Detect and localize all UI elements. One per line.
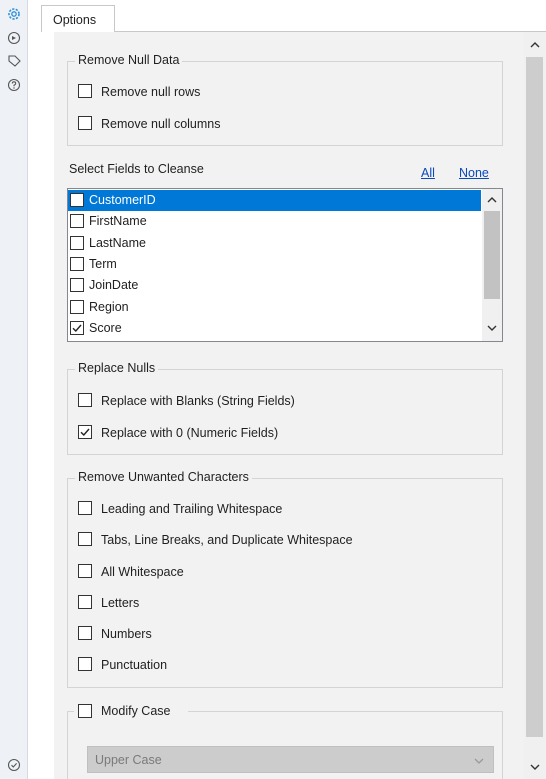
field-checkbox[interactable]: [70, 256, 84, 271]
case-select: Upper Case: [87, 746, 494, 773]
leading-trailing-whitespace-label: Leading and Trailing Whitespace: [101, 502, 283, 516]
field-label: FirstName: [89, 214, 147, 229]
chevron-down-icon[interactable]: [486, 323, 498, 333]
tag-icon[interactable]: [6, 53, 22, 69]
replace-blanks-label: Replace with Blanks (String Fields): [101, 394, 295, 408]
checkmark-icon: [72, 324, 82, 332]
field-checkbox[interactable]: [70, 320, 84, 335]
field-label: Score: [89, 320, 122, 335]
tab-options[interactable]: Options: [41, 5, 115, 32]
field-checkbox[interactable]: [70, 299, 84, 314]
chevron-up-icon[interactable]: [486, 195, 498, 205]
all-whitespace-label: All Whitespace: [101, 565, 184, 579]
field-checkbox[interactable]: [70, 235, 84, 250]
field-list-item[interactable]: FirstName: [68, 211, 481, 232]
leading-trailing-whitespace-checkbox[interactable]: [78, 501, 92, 515]
replace-zero-label: Replace with 0 (Numeric Fields): [101, 426, 279, 440]
target-icon[interactable]: [6, 30, 22, 46]
tab-options-label: Options: [53, 13, 97, 27]
remove-null-data-legend: Remove Null Data: [75, 53, 183, 67]
replace-blanks-checkbox[interactable]: [78, 393, 92, 407]
help-icon[interactable]: [6, 77, 22, 93]
field-list-item[interactable]: JoinDate: [68, 275, 481, 296]
punctuation-label: Punctuation: [101, 658, 168, 672]
field-checkbox[interactable]: [70, 193, 84, 207]
case-select-value: Upper Case: [95, 753, 162, 767]
remove-null-data-group: [67, 61, 503, 146]
field-checkbox[interactable]: [70, 278, 84, 293]
options-panel-scroll-thumb[interactable]: [526, 57, 543, 737]
remove-null-rows-checkbox[interactable]: [78, 84, 92, 98]
field-label: Region: [89, 299, 129, 314]
field-checkbox[interactable]: [70, 214, 84, 229]
chevron-down-icon[interactable]: [528, 760, 542, 774]
numbers-checkbox[interactable]: [78, 626, 92, 640]
fields-listbox-scrollbar[interactable]: [482, 189, 502, 341]
fields-listbox[interactable]: CustomerID FirstName LastName Term JoinDate R…: [67, 188, 503, 342]
replace-nulls-legend: Replace Nulls: [75, 361, 159, 375]
replace-nulls-group: [67, 369, 503, 455]
remove-null-columns-label: Remove null columns: [101, 117, 221, 131]
numbers-label: Numbers: [101, 627, 152, 641]
modify-case-label: Modify Case: [101, 704, 171, 718]
modify-case-checkbox[interactable]: [78, 704, 92, 718]
modify-case-legend: Modify Case: [74, 703, 188, 721]
field-label: LastName: [89, 235, 146, 250]
select-all-link[interactable]: All: [421, 166, 435, 180]
field-list-item[interactable]: Region: [68, 297, 481, 318]
fields-listbox-scroll-thumb[interactable]: [484, 211, 500, 299]
replace-zero-checkbox[interactable]: [78, 425, 92, 439]
field-list-item[interactable]: Score: [68, 318, 481, 339]
check-circle-icon[interactable]: [6, 757, 22, 773]
select-none-link[interactable]: None: [459, 166, 489, 180]
field-list-item[interactable]: CustomerID: [68, 190, 481, 211]
chevron-down-icon: [474, 758, 484, 764]
left-icon-rail: [0, 0, 28, 779]
options-panel-scrollbar[interactable]: [524, 32, 546, 779]
field-label: CustomerID: [89, 193, 156, 207]
checkmark-icon: [80, 428, 90, 437]
field-label: JoinDate: [89, 278, 139, 293]
remove-null-columns-checkbox[interactable]: [78, 116, 92, 130]
tabs-linebreaks-label: Tabs, Line Breaks, and Duplicate Whitesp…: [101, 533, 353, 547]
letters-checkbox[interactable]: [78, 595, 92, 609]
letters-label: Letters: [101, 596, 140, 610]
gear-icon[interactable]: [6, 6, 22, 22]
tabs-linebreaks-checkbox[interactable]: [78, 532, 92, 546]
field-list-item[interactable]: Term: [68, 254, 481, 275]
select-fields-title: Select Fields to Cleanse: [69, 162, 204, 176]
remove-chars-legend: Remove Unwanted Characters: [75, 470, 252, 484]
field-label: Term: [89, 256, 117, 271]
all-whitespace-checkbox[interactable]: [78, 564, 92, 578]
chevron-up-icon[interactable]: [528, 38, 542, 52]
punctuation-checkbox[interactable]: [78, 657, 92, 671]
remove-null-rows-label: Remove null rows: [101, 85, 201, 99]
field-list-item[interactable]: LastName: [68, 233, 481, 254]
